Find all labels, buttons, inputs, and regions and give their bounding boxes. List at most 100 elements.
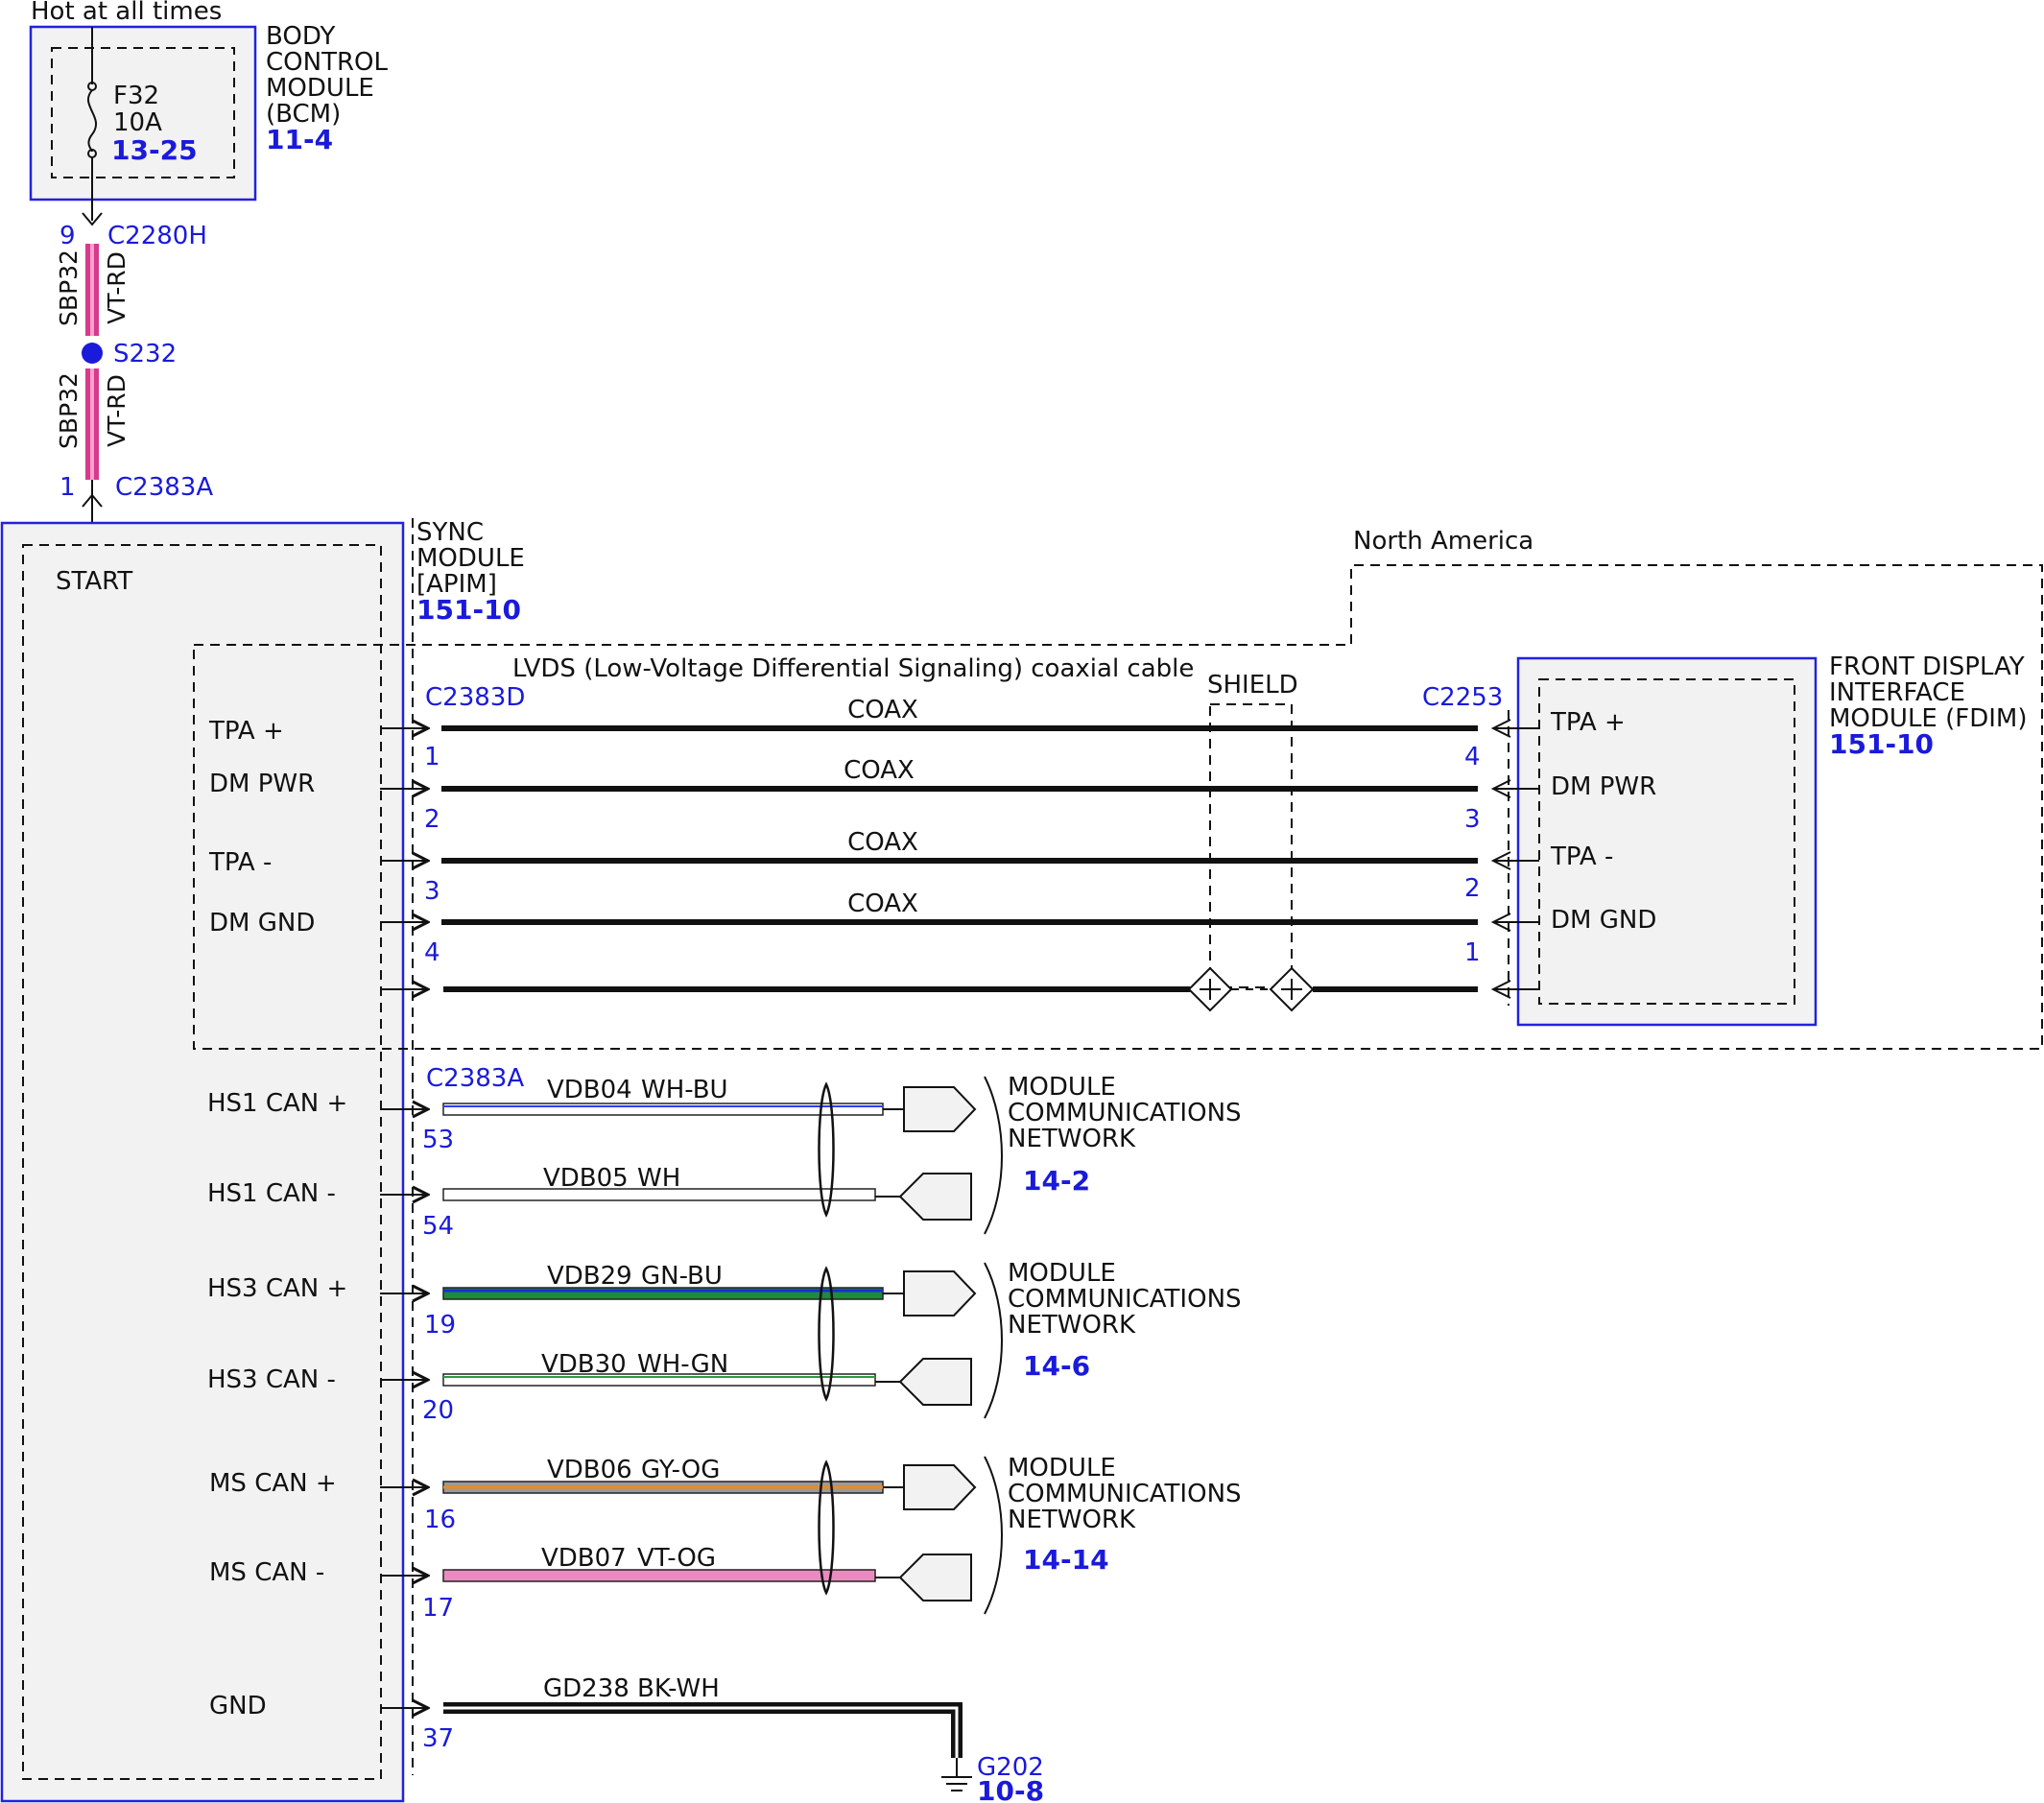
sync-pin-label: DM PWR <box>209 770 315 798</box>
network-ref: 14-14 <box>1023 1544 1109 1576</box>
shield-outline <box>1209 703 1293 988</box>
sync-pin-label: HS1 CAN - <box>207 1179 336 1208</box>
circuit-label: VDB05 <box>543 1164 629 1193</box>
right-pin-number: 4 <box>1464 743 1481 771</box>
coax-label: COAX <box>847 696 918 724</box>
pin-number: 54 <box>422 1212 454 1241</box>
coax-label: COAX <box>847 828 918 857</box>
color-label: GY-OG <box>641 1456 720 1484</box>
network-ref: 14-2 <box>1023 1165 1090 1197</box>
c2253-connector: C2253 <box>1422 683 1503 712</box>
network-line-3: NETWORK <box>1008 1125 1136 1153</box>
sync-name-line-1: SYNC <box>416 518 484 547</box>
coax-label: COAX <box>844 756 915 785</box>
sync-pin-label: TPA - <box>208 848 272 877</box>
shield-drain-row <box>380 966 1539 1012</box>
region-label: North America <box>1353 527 1533 556</box>
sync-pin-label: MS CAN - <box>209 1558 324 1587</box>
bcm-name-line-3: MODULE <box>266 74 374 103</box>
left-pin-number: 1 <box>424 743 440 771</box>
sync-name-line-2: MODULE <box>416 544 525 573</box>
wire-color-lower: VT-RD <box>103 374 131 447</box>
right-pin-number: 3 <box>1464 805 1481 834</box>
bcm-ref: 11-4 <box>266 124 333 155</box>
left-pin-number: 4 <box>424 938 440 967</box>
fdim-pin-label: TPA + <box>1550 708 1626 737</box>
gnd-pin-number: 37 <box>422 1724 454 1753</box>
color-label: WH-BU <box>641 1076 728 1104</box>
sync-pin-label: TPA + <box>208 717 284 746</box>
c2383d-connector: C2383D <box>425 683 525 712</box>
gnd-wire-base <box>443 1702 963 1758</box>
sync-pin-label: MS CAN + <box>209 1469 337 1498</box>
pin-number: 53 <box>422 1126 454 1154</box>
shield-label: SHIELD <box>1207 671 1298 700</box>
network-ref: 14-6 <box>1023 1350 1090 1382</box>
connector-minus-icon <box>898 1358 972 1406</box>
pin-number: 19 <box>424 1311 456 1340</box>
bcm-name-line-2: CONTROL <box>266 48 388 77</box>
sync-pin-label: HS3 CAN + <box>207 1274 347 1303</box>
network-line-1: MODULE <box>1008 1073 1116 1102</box>
c2383a-pin-1: 1 <box>59 473 76 502</box>
network-line-2: COMMUNICATIONS <box>1008 1099 1242 1127</box>
connector-minus-icon <box>898 1173 972 1221</box>
network-line-2: COMMUNICATIONS <box>1008 1285 1242 1314</box>
sync-ref: 151-10 <box>416 594 521 626</box>
color-label: WH <box>637 1164 680 1193</box>
splice-s232-icon <box>82 343 103 364</box>
right-pin-number: 2 <box>1464 874 1481 903</box>
coax-row-1: TPA + 1 COAX 4 TPA + <box>208 696 1626 771</box>
coax-label: COAX <box>847 890 918 918</box>
splice-s232-label: S232 <box>113 340 177 368</box>
pin-number: 20 <box>422 1396 454 1425</box>
circuit-label: VDB06 <box>547 1456 632 1484</box>
fdim-name-line-2: INTERFACE <box>1829 678 1965 707</box>
wire-color-upper: VT-RD <box>103 251 131 324</box>
gnd-color-label: BK-WH <box>637 1674 720 1703</box>
fdim-pin-label: DM GND <box>1551 906 1656 935</box>
sync-start-label: START <box>56 567 132 596</box>
circuit-lower: SBP32 <box>55 372 83 449</box>
network-line-2: COMMUNICATIONS <box>1008 1480 1242 1508</box>
wiring-diagram: Hot at all times BODY CONTROL MODULE (BC… <box>0 0 2043 1803</box>
pin-number: 17 <box>422 1594 454 1623</box>
pin-number: 16 <box>424 1506 456 1534</box>
connector-plus-icon <box>903 1086 977 1132</box>
color-label: VT-OG <box>637 1544 716 1573</box>
fdim-ref: 151-10 <box>1829 728 1934 760</box>
circuit-label: VDB07 <box>541 1544 627 1573</box>
bcm-name-line-1: BODY <box>266 22 335 51</box>
connector-minus-icon <box>898 1554 972 1601</box>
circuit-label: VDB29 <box>547 1262 632 1291</box>
fuse-rating: 10A <box>113 108 162 137</box>
right-pin-number: 1 <box>1464 938 1481 967</box>
color-label: WH-GN <box>637 1350 728 1379</box>
fuse-ref: 13-25 <box>111 134 198 166</box>
left-pin-number: 3 <box>424 877 440 906</box>
circuit-label: VDB30 <box>541 1350 627 1379</box>
ground-ref: 10-8 <box>977 1775 1044 1803</box>
color-label: GN-BU <box>641 1262 723 1291</box>
circuit-label: VDB04 <box>547 1076 632 1104</box>
network-line-3: NETWORK <box>1008 1311 1136 1340</box>
network-brace-icon <box>984 1456 1003 1615</box>
network-line-1: MODULE <box>1008 1259 1116 1288</box>
network-line-3: NETWORK <box>1008 1506 1136 1534</box>
hot-label: Hot at all times <box>31 0 222 26</box>
connector-plus-icon <box>903 1270 977 1317</box>
can-connector-label: C2383A <box>426 1064 524 1093</box>
network-line-1: MODULE <box>1008 1454 1116 1483</box>
sync-pin-label: HS1 CAN + <box>207 1089 347 1118</box>
wire-base <box>442 1103 884 1116</box>
network-brace-icon <box>984 1076 1003 1235</box>
network-brace-icon <box>984 1262 1003 1419</box>
circuit-upper: SBP32 <box>55 249 83 326</box>
sync-pin-label: DM GND <box>209 909 315 937</box>
c2280h-pin: 9 <box>59 222 76 250</box>
fuse-id: F32 <box>113 82 159 110</box>
left-pin-number: 2 <box>424 805 440 834</box>
sync-pin-label: HS3 CAN - <box>207 1365 336 1394</box>
fdim-name-line-1: FRONT DISPLAY <box>1829 652 2025 681</box>
lvds-cable-label: LVDS (Low-Voltage Differential Signaling… <box>512 654 1194 683</box>
